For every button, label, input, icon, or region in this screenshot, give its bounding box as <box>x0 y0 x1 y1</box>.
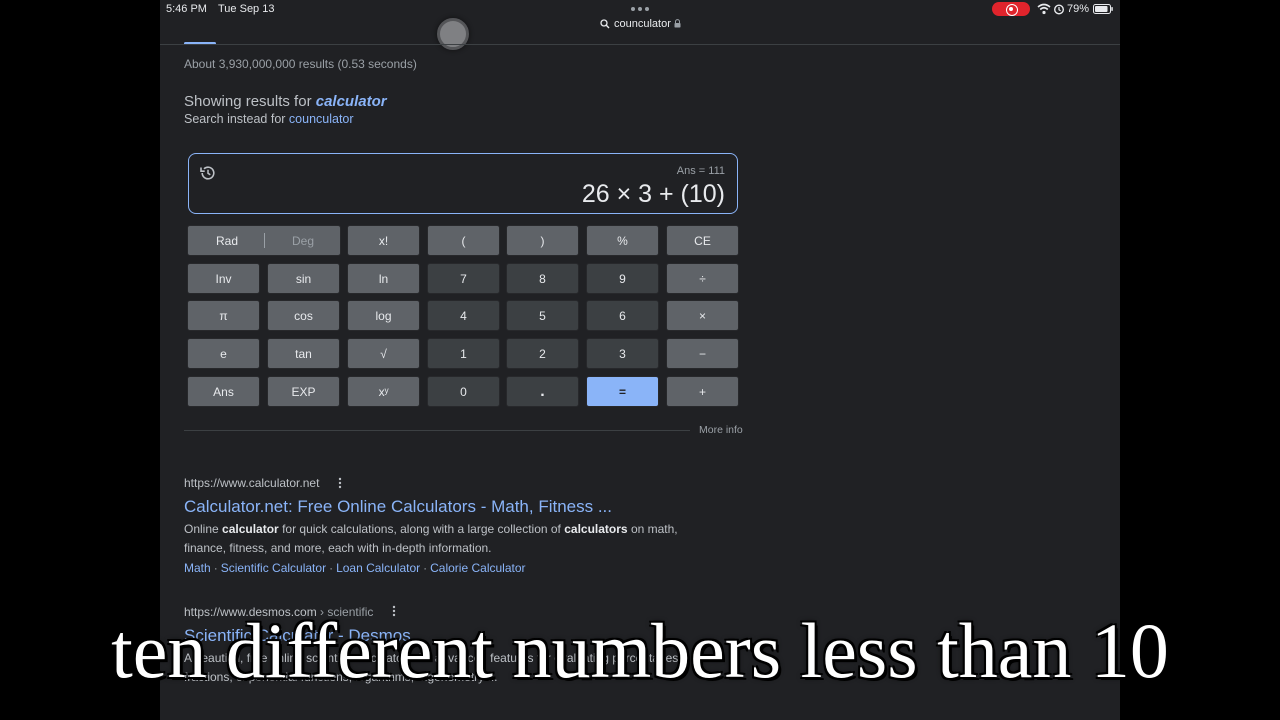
touch-indicator <box>437 18 469 50</box>
sitelink-scientific[interactable]: Scientific Calculator <box>221 561 326 575</box>
video-caption: ten different numbers less than 10 <box>111 607 1169 694</box>
factorial-button[interactable]: x! <box>347 225 420 256</box>
add-button[interactable]: + <box>666 376 739 407</box>
subtract-button[interactable]: − <box>666 338 739 369</box>
digit-2-button[interactable]: 2 <box>506 338 579 369</box>
showing-prefix: Showing results for <box>184 93 316 110</box>
multiply-button[interactable]: × <box>666 300 739 331</box>
clear-entry-button[interactable]: CE <box>666 225 739 256</box>
open-paren-button[interactable]: ( <box>427 225 500 256</box>
status-time: 5:46 PM <box>166 3 207 15</box>
close-paren-button[interactable]: ) <box>506 225 579 256</box>
divide-button[interactable]: ÷ <box>666 263 739 294</box>
equals-button[interactable]: = <box>586 376 659 407</box>
digit-1-button[interactable]: 1 <box>427 338 500 369</box>
rad-deg-toggle[interactable]: Rad Deg <box>187 225 341 256</box>
search-instead-line: Search instead for counculator <box>184 112 354 126</box>
e-button[interactable]: e <box>187 338 260 369</box>
battery-icon <box>1093 4 1113 14</box>
sin-button[interactable]: sin <box>267 263 340 294</box>
inverse-button[interactable]: Inv <box>187 263 260 294</box>
power-button[interactable]: xʸ <box>347 376 420 407</box>
decimal-button[interactable]: . <box>506 376 579 407</box>
ln-button[interactable]: ln <box>347 263 420 294</box>
more-info-link[interactable]: More info <box>699 424 743 436</box>
alarm-icon <box>1053 4 1065 15</box>
log-button[interactable]: log <box>347 300 420 331</box>
result-menu-icon[interactable] <box>338 477 342 489</box>
status-date: Tue Sep 13 <box>218 3 275 15</box>
cos-button[interactable]: cos <box>267 300 340 331</box>
more-dots-icon[interactable] <box>630 6 650 12</box>
address-bar[interactable]: counculator <box>600 17 688 31</box>
pi-button[interactable]: π <box>187 300 260 331</box>
screen-record-icon[interactable] <box>992 2 1030 16</box>
battery-percent: 79% <box>1067 3 1090 15</box>
result-url[interactable]: https://www.calculator.net <box>184 476 319 490</box>
rad-label: Rad <box>216 234 239 248</box>
calculator-divider <box>184 430 690 431</box>
previous-answer: Ans = 111 <box>676 165 725 177</box>
history-icon[interactable] <box>199 164 217 182</box>
digit-7-button[interactable]: 7 <box>427 263 500 294</box>
original-query-link[interactable]: counculator <box>289 112 354 126</box>
result-title-link[interactable]: Calculator.net: Free Online Calculators … <box>184 497 612 517</box>
digit-3-button[interactable]: 3 <box>586 338 659 369</box>
sitelink-loan[interactable]: Loan Calculator <box>336 561 420 575</box>
sitelink-math[interactable]: Math <box>184 561 211 575</box>
sitelink-calorie[interactable]: Calorie Calculator <box>430 561 525 575</box>
result-sitelinks: Math · Scientific Calculator · Loan Calculat… <box>184 561 526 575</box>
result-stats: About 3,930,000,000 results (0.53 second… <box>184 57 417 71</box>
lock-icon <box>674 19 681 28</box>
wifi-icon <box>1037 3 1051 15</box>
digit-6-button[interactable]: 6 <box>586 300 659 331</box>
showing-results-line: Showing results for calculator <box>184 93 387 110</box>
exp-button[interactable]: EXP <box>267 376 340 407</box>
percent-button[interactable]: % <box>586 225 659 256</box>
digit-4-button[interactable]: 4 <box>427 300 500 331</box>
corrected-query-link[interactable]: calculator <box>316 93 387 110</box>
deg-label: Deg <box>292 234 315 248</box>
digit-0-button[interactable]: 0 <box>427 376 500 407</box>
result-snippet: Online calculator for quick calculations… <box>184 522 678 555</box>
header-divider <box>160 44 1120 45</box>
answer-button[interactable]: Ans <box>187 376 260 407</box>
digit-5-button[interactable]: 5 <box>506 300 579 331</box>
calculator-expression: 26 × 3 + (10) <box>581 180 725 208</box>
sqrt-button[interactable]: √ <box>347 338 420 369</box>
digit-8-button[interactable]: 8 <box>506 263 579 294</box>
calculator-display: Ans = 111 26 × 3 + (10) <box>188 153 738 214</box>
search-icon <box>600 19 610 29</box>
instead-prefix: Search instead for <box>184 112 289 126</box>
digit-9-button[interactable]: 9 <box>586 263 659 294</box>
tan-button[interactable]: tan <box>267 338 340 369</box>
url-text: counculator <box>614 18 671 30</box>
